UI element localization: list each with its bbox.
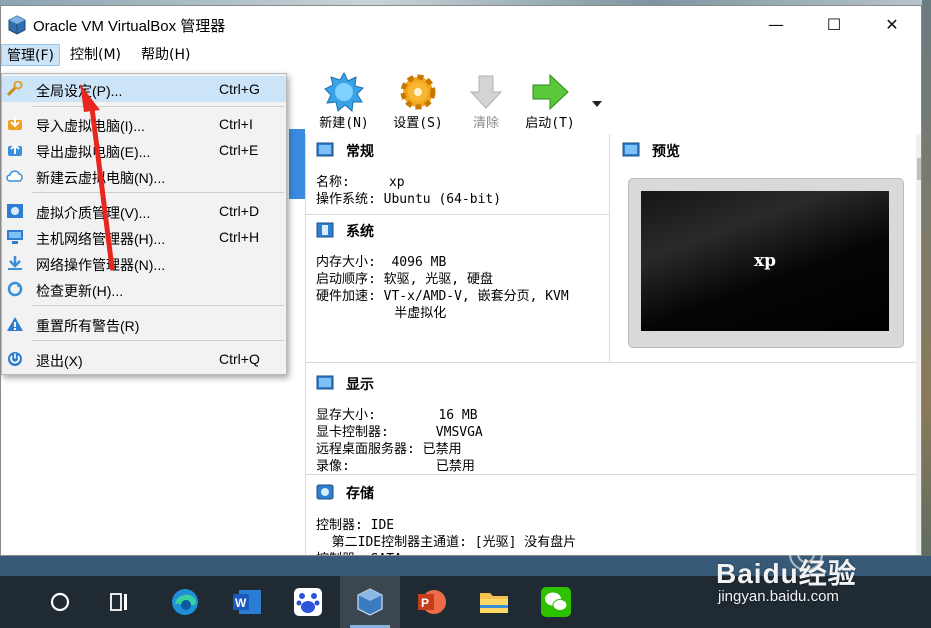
menu-control[interactable]: 控制(M) xyxy=(65,44,126,66)
general-section-icon xyxy=(316,142,334,157)
general-section-title: 常规 xyxy=(346,144,374,160)
discard-button-label: 清除 xyxy=(472,116,499,131)
edge-browser-icon xyxy=(172,589,198,615)
menu-separator xyxy=(32,340,284,341)
edge-taskbar-button[interactable] xyxy=(155,576,215,628)
storage-section-title: 存储 xyxy=(346,486,374,502)
menu-item-network-operations-manager[interactable]: 网络操作管理器(N)... xyxy=(2,250,286,276)
preview-section-icon xyxy=(622,142,640,157)
preview-screen: xp xyxy=(641,191,889,331)
task-view-button[interactable] xyxy=(90,576,150,628)
settings-button[interactable]: 设置(S) xyxy=(387,72,449,132)
menu-help[interactable]: 帮助(H) xyxy=(136,44,195,66)
baidu-watermark-url: jingyan.baidu.com xyxy=(718,588,839,605)
title-bar[interactable]: Oracle VM VirtualBox 管理器 — ☐ ✕ xyxy=(1,6,921,42)
menu-item-check-updates[interactable]: 检查更新(H)... xyxy=(2,276,286,302)
general-os-row: 操作系统: Ubuntu (64-bit) xyxy=(316,192,502,207)
word-icon: W xyxy=(233,590,261,614)
new-starburst-icon xyxy=(324,72,364,112)
system-accel-row-2: 半虚拟化 xyxy=(316,306,447,321)
maximize-button[interactable]: ☐ xyxy=(805,6,863,42)
system-section-title: 系统 xyxy=(346,224,374,240)
start-button-label: 启动(T) xyxy=(525,116,575,131)
storage-controller-sata-row: 控制器: SATA xyxy=(316,548,402,555)
menu-bar: 管理(F) 控制(M) 帮助(H) xyxy=(1,43,921,68)
scrollbar-thumb[interactable] xyxy=(917,158,921,180)
cloud-icon xyxy=(6,170,23,182)
preview-divider xyxy=(609,134,610,362)
menu-item-import-vm[interactable]: 导入虚拟电脑(I)... Ctrl+I xyxy=(2,111,286,137)
powerpoint-taskbar-button[interactable]: P xyxy=(402,576,462,628)
settings-button-label: 设置(S) xyxy=(393,116,443,131)
close-button[interactable]: ✕ xyxy=(863,6,921,42)
wechat-icon xyxy=(541,587,571,617)
selected-vm-row[interactable] xyxy=(289,129,305,199)
cortana-button[interactable] xyxy=(30,576,90,628)
warning-icon xyxy=(7,317,23,331)
baidu-paw-icon xyxy=(294,588,322,616)
system-section-icon xyxy=(316,222,334,238)
media-icon xyxy=(7,204,23,218)
toolbar: 新建(N) 设置(S) 清除 启动(T) xyxy=(305,68,921,134)
power-icon xyxy=(8,352,22,366)
arrow-down-icon xyxy=(469,75,503,109)
update-icon xyxy=(7,281,23,297)
wrench-icon xyxy=(6,81,23,97)
svg-text:P: P xyxy=(421,596,429,610)
virtualbox-taskbar-icon xyxy=(357,588,383,616)
gear-icon xyxy=(400,74,436,110)
details-scrollbar[interactable] xyxy=(916,134,921,555)
menu-item-reset-warnings[interactable]: 重置所有警告(R) xyxy=(2,311,286,337)
start-button[interactable]: 启动(T) xyxy=(519,72,581,132)
minimize-button[interactable]: — xyxy=(747,6,805,42)
storage-section-icon xyxy=(316,484,334,500)
section-divider xyxy=(306,214,609,215)
discard-button[interactable]: 清除 xyxy=(455,72,517,132)
task-view-icon xyxy=(110,593,127,611)
menu-separator xyxy=(32,305,284,306)
new-button-label: 新建(N) xyxy=(319,116,369,131)
section-divider xyxy=(306,474,916,475)
display-section-title: 显示 xyxy=(346,377,374,393)
menu-separator xyxy=(32,106,284,107)
virtualbox-taskbar-button[interactable] xyxy=(340,576,400,628)
menu-item-host-network-manager[interactable]: 主机网络管理器(H)... Ctrl+H xyxy=(2,224,286,250)
start-dropdown-arrow-icon[interactable] xyxy=(592,101,602,107)
network-icon xyxy=(7,230,23,244)
download-icon xyxy=(8,256,22,270)
baidu-netdisk-taskbar-button[interactable] xyxy=(278,576,338,628)
preview-section-title: 预览 xyxy=(652,144,680,160)
menu-item-media-manager[interactable]: 虚拟介质管理(V)... Ctrl+D xyxy=(2,198,286,224)
menu-manage[interactable]: 管理(F) xyxy=(1,44,60,66)
wechat-taskbar-button[interactable] xyxy=(526,576,586,628)
cortana-circle-icon xyxy=(50,592,70,612)
menu-separator xyxy=(32,192,284,193)
display-recording-row: 录像: 已禁用 xyxy=(316,459,475,474)
virtualbox-logo-icon xyxy=(8,15,26,35)
menu-item-new-cloud-vm[interactable]: 新建云虚拟电脑(N)... xyxy=(2,163,286,189)
folder-icon xyxy=(480,593,508,613)
preview-frame: xp xyxy=(628,178,904,348)
baidu-watermark-text: Baidu经验 xyxy=(716,558,857,589)
window-title: Oracle VM VirtualBox 管理器 xyxy=(33,18,226,35)
details-pane: 常规 名称: xp 操作系统: Ubuntu (64-bit) 系统 内存大小:… xyxy=(306,134,916,555)
section-divider xyxy=(306,362,916,363)
menu-item-global-settings[interactable]: 全局设定(P)... Ctrl+G xyxy=(2,76,286,102)
manage-menu-dropdown: 全局设定(P)... Ctrl+G 导入虚拟电脑(I)... Ctrl+I 导出… xyxy=(1,73,287,375)
start-arrow-icon xyxy=(532,73,569,111)
svg-text:W: W xyxy=(235,596,247,610)
new-button[interactable]: 新建(N) xyxy=(313,72,375,132)
menu-item-export-vm[interactable]: 导出虚拟电脑(E)... Ctrl+E xyxy=(2,137,286,163)
export-icon xyxy=(8,143,22,156)
powerpoint-icon: P xyxy=(418,590,446,614)
import-icon xyxy=(8,117,22,130)
word-taskbar-button[interactable]: W xyxy=(217,576,277,628)
file-explorer-taskbar-button[interactable] xyxy=(464,576,524,628)
virtualbox-window: Oracle VM VirtualBox 管理器 — ☐ ✕ 管理(F) 控制(… xyxy=(0,5,922,556)
display-section-icon xyxy=(316,375,334,390)
menu-item-exit[interactable]: 退出(X) Ctrl+Q xyxy=(2,346,286,372)
desktop-background-right xyxy=(922,0,931,576)
preview-vm-name: xp xyxy=(753,251,777,271)
